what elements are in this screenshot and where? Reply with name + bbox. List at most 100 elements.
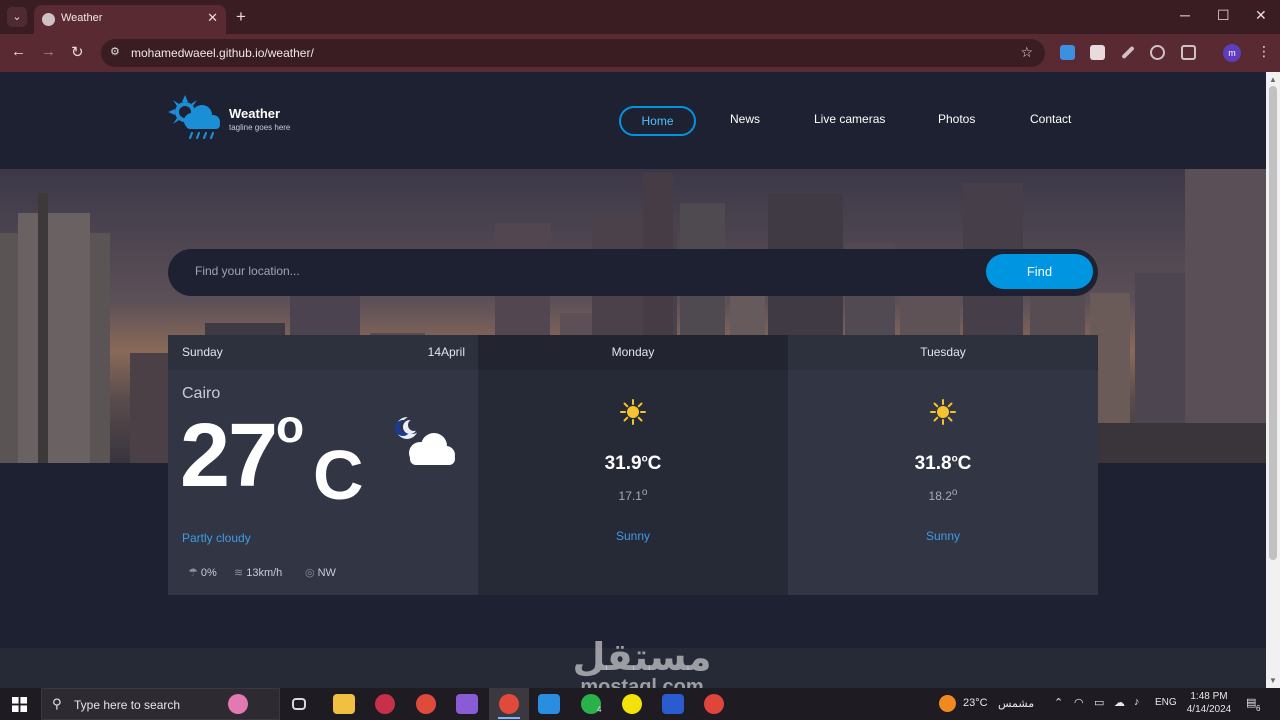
sun-icon	[620, 399, 646, 425]
forecast-card-monday: Monday 31.9oC 17.1o Sunny	[478, 335, 788, 595]
wind-direction-value: NW	[317, 567, 336, 579]
scroll-down-arrow[interactable]: ▼	[1269, 676, 1277, 685]
site-info-icon[interactable]: ⚙	[110, 45, 120, 58]
browser-menu-icon[interactable]: ⋮	[1257, 43, 1271, 60]
chrome-profile-icon[interactable]	[499, 694, 519, 714]
tab-search-button[interactable]: ⌄	[7, 7, 27, 27]
compass-icon: ◎	[305, 567, 315, 579]
forecast-day-name: Monday	[611, 345, 655, 359]
weather-widget-icon[interactable]	[939, 695, 956, 712]
browser-tab[interactable]: Weather ✕	[34, 5, 226, 34]
logo-tagline: tagline goes here	[229, 123, 291, 132]
cloud-icon[interactable]: ☁	[1114, 696, 1125, 709]
sun-icon	[930, 399, 956, 425]
today-forecast-card: Sunday 14April Cairo 27 o C Partly cloud…	[168, 335, 478, 595]
maximize-button[interactable]: ☐	[1217, 7, 1230, 24]
forecast-card-tuesday: Tuesday 31.8oC 18.2o Sunny	[788, 335, 1098, 595]
reload-button[interactable]: ↻	[71, 43, 84, 61]
show-hidden-icons-chevron-icon[interactable]: ⌃	[1054, 696, 1063, 709]
nav-news-link[interactable]: News	[730, 112, 760, 126]
snapchat-icon[interactable]	[622, 694, 642, 714]
location-search-input[interactable]: Find your location...	[195, 264, 300, 278]
wind-speed-value: 13km/h	[246, 567, 283, 579]
chrome-icon[interactable]	[416, 694, 436, 714]
browser-toolbar: ← → ↻ ⚙ mohamedwaeel.github.io/weather/ …	[0, 34, 1280, 72]
location-name: Cairo	[182, 385, 221, 402]
speaker-icon[interactable]: ♪	[1134, 696, 1140, 708]
moon-cloud-icon	[395, 416, 455, 465]
nav-home-link[interactable]: Home	[619, 106, 696, 136]
forward-button[interactable]: →	[41, 43, 56, 60]
umbrella-icon: ☂	[188, 567, 198, 579]
minimize-button[interactable]: ─	[1180, 7, 1190, 23]
reading-list-icon[interactable]	[1090, 45, 1105, 60]
forecast-condition: Sunny	[925, 529, 961, 543]
visual-studio-icon[interactable]	[456, 694, 478, 714]
windows-taskbar: ⚲ Type here to search 4 23°C مشمس ⌃ ◠ ▭ …	[0, 688, 1280, 720]
language-indicator[interactable]: ENG	[1155, 697, 1177, 708]
find-button[interactable]: Find	[986, 254, 1093, 289]
globe-icon	[42, 13, 55, 26]
word-icon[interactable]	[662, 694, 684, 714]
vscode-icon[interactable]	[538, 694, 560, 714]
weather-widget-label[interactable]: مشمس	[998, 697, 1034, 710]
notification-count: 6	[1256, 704, 1261, 713]
forecast-low-temp: 18.2o	[928, 487, 958, 503]
eyedropper-icon[interactable]	[1121, 45, 1135, 60]
today-day-name: Sunday	[182, 345, 223, 359]
forecast-header: Monday	[478, 335, 788, 370]
wind-icon: ≋	[234, 567, 244, 579]
back-button[interactable]: ←	[11, 43, 26, 60]
scroll-thumb[interactable]	[1269, 86, 1277, 560]
taskbar-search-placeholder[interactable]: Type here to search	[74, 698, 180, 712]
forecast-header: Tuesday	[788, 335, 1098, 370]
weather-widget-temp[interactable]: 23°C	[963, 697, 988, 709]
close-window-button[interactable]: ✕	[1255, 7, 1267, 24]
current-temperature: 27	[180, 406, 278, 506]
whatsapp-badge: 4	[597, 705, 602, 714]
today-header: Sunday 14April	[168, 335, 478, 370]
close-tab-icon[interactable]: ✕	[207, 10, 218, 26]
extensions-puzzle-icon[interactable]	[1181, 45, 1196, 60]
nav-photos-link[interactable]: Photos	[938, 112, 975, 126]
new-tab-button[interactable]: +	[236, 7, 246, 27]
logo-title[interactable]: Weather	[229, 106, 280, 121]
scroll-up-arrow[interactable]: ▲	[1269, 75, 1277, 84]
forecast-high-temp: 31.8oC	[914, 453, 972, 474]
windows-start-icon[interactable]	[12, 697, 27, 712]
forecast-low-temp: 17.1o	[618, 487, 648, 503]
snip-tool-icon[interactable]	[704, 694, 724, 714]
battery-icon[interactable]: ▭	[1094, 696, 1104, 709]
profile-avatar[interactable]: m	[1223, 44, 1241, 62]
wind-speed: ≋ 13km/h	[234, 566, 282, 579]
wind-direction: ◎ NW	[305, 566, 336, 579]
taskbar-clock[interactable]: 1:48 PM 4/14/2024	[1186, 690, 1232, 716]
file-explorer-icon[interactable]	[333, 694, 355, 714]
forecast-condition: Sunny	[615, 529, 651, 543]
rain-value: 0%	[200, 567, 217, 579]
screen-recorder-icon[interactable]	[375, 694, 395, 714]
clock-time: 1:48 PM	[1190, 691, 1228, 702]
clock-date: 4/14/2024	[1186, 704, 1232, 715]
search-highlight-icon[interactable]	[228, 694, 248, 714]
mostaql-watermark: مستقل mostaql.com	[572, 637, 712, 688]
today-date: 14April	[427, 345, 465, 359]
forecast-day-name: Tuesday	[920, 345, 966, 359]
notification-icon[interactable]: ▤	[1246, 696, 1256, 709]
nav-contact-link[interactable]: Contact	[1030, 112, 1071, 126]
temperature-unit: C	[313, 436, 364, 514]
compass-extension-icon[interactable]	[1150, 45, 1165, 60]
download-extension-icon[interactable]	[1060, 45, 1075, 60]
task-view-icon[interactable]	[292, 698, 306, 710]
forecast-high-temp: 31.9oC	[604, 453, 662, 474]
search-icon: ⚲	[52, 696, 62, 711]
wifi-icon[interactable]: ◠	[1074, 696, 1084, 709]
location-search-bar: Find your location... Find	[168, 249, 1098, 296]
nav-live-cameras-link[interactable]: Live cameras	[814, 112, 885, 126]
bookmark-star-icon[interactable]: ☆	[1020, 44, 1033, 61]
rain-chance: ☂ 0%	[188, 566, 217, 579]
today-condition: Partly cloudy	[182, 531, 251, 545]
address-bar[interactable]: ⚙ mohamedwaeel.github.io/weather/ ☆	[101, 39, 1045, 67]
url-text[interactable]: mohamedwaeel.github.io/weather/	[131, 46, 314, 60]
page-scrollbar[interactable]: ▲ ▼	[1266, 72, 1280, 688]
